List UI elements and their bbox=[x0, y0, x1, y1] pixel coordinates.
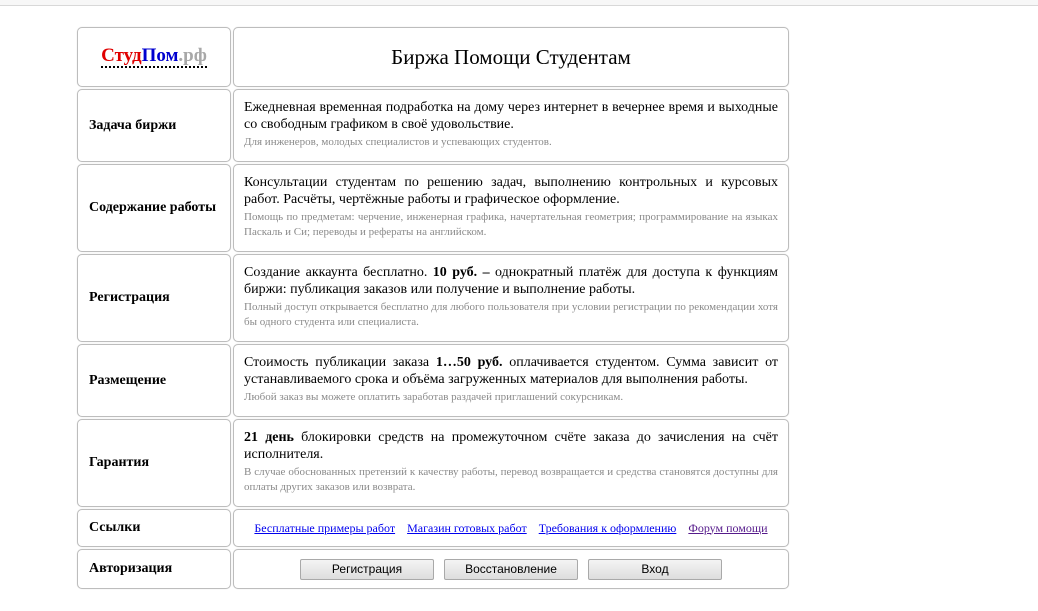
row-label-work: Содержание работы bbox=[77, 164, 231, 252]
link-help-forum[interactable]: Форум помощи bbox=[688, 521, 767, 536]
row-main-text: Ежедневная временная подработка на дому … bbox=[244, 100, 778, 132]
info-table: СтудПом.рф Биржа Помощи Студентам Задача… bbox=[77, 27, 791, 591]
link-free-examples[interactable]: Бесплатные примеры работ bbox=[254, 521, 395, 536]
row-registration: Регистрация Создание аккаунта бесплатно.… bbox=[77, 254, 791, 342]
row-main-text: Создание аккаунта бесплатно. 10 руб. – о… bbox=[244, 264, 778, 298]
row-main-text: Стоимость публикации заказа 1…50 руб. оп… bbox=[244, 354, 778, 388]
price-highlight: 1…50 руб. bbox=[435, 355, 503, 370]
row-content-guarantee: 21 день блокировки средств на промежуточ… bbox=[233, 419, 789, 507]
row-label-registration: Регистрация bbox=[77, 254, 231, 342]
row-guarantee: Гарантия 21 день блокировки средств на п… bbox=[77, 419, 791, 507]
browser-top-edge bbox=[0, 0, 1038, 6]
row-label-task: Задача биржи bbox=[77, 89, 231, 162]
logo-cell: СтудПом.рф bbox=[77, 27, 231, 87]
page-title: Биржа Помощи Студентам bbox=[233, 27, 789, 87]
row-content-of-work: Содержание работы Консультации студентам… bbox=[77, 164, 791, 252]
link-formatting-requirements[interactable]: Требования к оформлению bbox=[539, 521, 677, 536]
logo-part-pom: Пом bbox=[141, 45, 179, 66]
register-button[interactable]: Регистрация bbox=[300, 558, 434, 580]
recover-button[interactable]: Восстановление bbox=[444, 558, 578, 580]
row-content-task: Ежедневная временная подработка на дому … bbox=[233, 89, 789, 162]
row-main-text: Консультации студентам по решению задач,… bbox=[244, 175, 778, 207]
price-highlight: 10 руб. – bbox=[432, 265, 490, 280]
row-label-guarantee: Гарантия bbox=[77, 419, 231, 507]
row-content-work: Консультации студентам по решению задач,… bbox=[233, 164, 789, 252]
row-label-placement: Размещение bbox=[77, 344, 231, 417]
header-row: СтудПом.рф Биржа Помощи Студентам bbox=[77, 27, 791, 87]
links-container: Бесплатные примеры работ Магазин готовых… bbox=[233, 509, 789, 547]
row-content-placement: Стоимость публикации заказа 1…50 руб. оп… bbox=[233, 344, 789, 417]
row-label-auth: Авторизация bbox=[77, 549, 231, 589]
row-label-links: Ссылки bbox=[77, 509, 231, 547]
row-auth: Авторизация Регистрация Восстановление В… bbox=[77, 549, 791, 589]
row-sub-text: В случае обоснованных претензий к качест… bbox=[244, 466, 778, 493]
row-sub-text: Полный доступ открывается бесплатно для … bbox=[244, 301, 778, 328]
row-sub-text: Для инженеров, молодых специалистов и ус… bbox=[244, 136, 552, 148]
row-task: Задача биржи Ежедневная временная подраб… bbox=[77, 89, 791, 162]
row-content-registration: Создание аккаунта бесплатно. 10 руб. – о… bbox=[233, 254, 789, 342]
row-sub-text: Любой заказ вы можете оплатить заработав… bbox=[244, 391, 624, 403]
site-logo-link[interactable]: СтудПом.рф bbox=[101, 46, 207, 68]
login-button[interactable]: Вход bbox=[588, 558, 722, 580]
row-placement: Размещение Стоимость публикации заказа 1… bbox=[77, 344, 791, 417]
row-links: Ссылки Бесплатные примеры работ Магазин … bbox=[77, 509, 791, 547]
link-ready-works-shop[interactable]: Магазин готовых работ bbox=[407, 521, 527, 536]
row-sub-text: Помощь по предметам: черчение, инженерна… bbox=[244, 211, 778, 238]
logo-part-stud: Студ bbox=[101, 45, 142, 66]
text-segment: Создание аккаунта бесплатно. bbox=[244, 265, 433, 280]
row-main-text: 21 день блокировки средств на промежуточ… bbox=[244, 429, 778, 463]
text-segment: блокировки средств на промежуточном счёт… bbox=[244, 430, 779, 462]
days-highlight: 21 день bbox=[244, 430, 294, 445]
text-segment: Стоимость публикации заказа bbox=[244, 355, 436, 370]
auth-buttons: Регистрация Восстановление Вход bbox=[233, 549, 789, 589]
logo-part-rf: .рф bbox=[178, 45, 207, 66]
